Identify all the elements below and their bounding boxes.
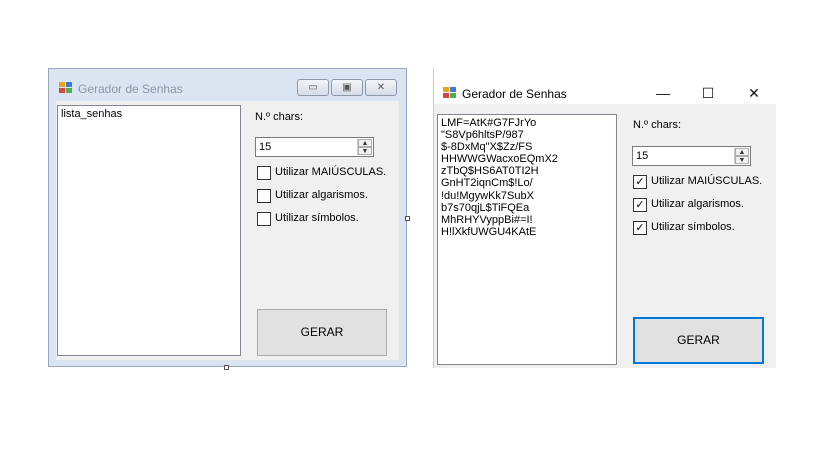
spin-up-icon[interactable]: ▲ — [358, 139, 372, 147]
nchars-stepper[interactable]: 15 ▲ ▼ — [632, 146, 751, 166]
generate-button[interactable]: GERAR — [257, 309, 387, 356]
nchars-label: N.º chars: — [633, 119, 682, 131]
checkbox-label: Utilizar MAIÚSCULAS. — [275, 166, 387, 178]
checkbox-box[interactable] — [257, 212, 271, 226]
running-window: Gerador de Senhas — ☐ ✕ LMF=AtK#G7FJrYo … — [433, 68, 776, 368]
nchars-label: N.º chars: — [255, 111, 304, 123]
generate-button[interactable]: GERAR — [633, 317, 764, 364]
close-button[interactable]: ✕ — [734, 82, 774, 104]
checkbox-label: Utilizar MAIÚSCULAS. — [651, 175, 763, 187]
checkbox-checked-icon[interactable]: ✓ — [633, 221, 647, 235]
password-listbox[interactable]: LMF=AtK#G7FJrYo "S8Vp6hltsP/987 $-8DxMq"… — [437, 114, 617, 365]
running-titlebar[interactable]: Gerador de Senhas — ☐ ✕ — [434, 68, 776, 104]
window-title: Gerador de Senhas — [78, 82, 183, 96]
designer-client-area: lista_senhas N.º chars: 15 ▲ ▼ Utilizar … — [56, 101, 399, 360]
checkbox-label: Utilizar símbolos. — [651, 221, 735, 233]
nchars-stepper[interactable]: 15 ▲ ▼ — [255, 137, 374, 157]
spin-down-icon[interactable]: ▼ — [735, 156, 749, 164]
list-item[interactable]: $-8DxMq"X$Zz/FS — [441, 141, 613, 153]
minimize-button[interactable]: — — [643, 82, 683, 104]
list-item[interactable]: "S8Vp6hltsP/987 — [441, 129, 613, 141]
checkbox-checked-icon[interactable]: ✓ — [633, 198, 647, 212]
designer-titlebar[interactable]: Gerador de Senhas ▭ ▣ ✕ — [49, 69, 406, 101]
list-item[interactable]: zTbQ$HS6AT0TI2H — [441, 165, 613, 177]
spin-up-icon[interactable]: ▲ — [735, 148, 749, 156]
app-icon — [59, 82, 72, 93]
list-item[interactable]: MhRHYVyppBi#=I! — [441, 214, 613, 226]
checkbox-label: Utilizar algarismos. — [651, 198, 744, 210]
spin-down-icon[interactable]: ▼ — [358, 147, 372, 155]
checkbox-box[interactable] — [257, 166, 271, 180]
list-item[interactable]: H!lXkfUWGU4KAtE — [441, 226, 613, 238]
list-item[interactable]: HHWWGWacxoEQmX2 — [441, 153, 613, 165]
maximize-button[interactable]: ▣ — [331, 79, 363, 96]
spin-buttons[interactable]: ▲ ▼ — [734, 148, 749, 164]
list-item[interactable]: lista_senhas — [61, 108, 237, 120]
resize-handle[interactable] — [224, 365, 229, 370]
resize-handle[interactable] — [405, 216, 410, 221]
list-item[interactable]: LMF=AtK#G7FJrYo — [441, 117, 613, 129]
checkbox-label: Utilizar algarismos. — [275, 189, 368, 201]
app-icon — [443, 87, 456, 98]
designer-window: Gerador de Senhas ▭ ▣ ✕ lista_senhas N.º… — [48, 68, 410, 370]
spin-buttons[interactable]: ▲ ▼ — [357, 139, 372, 155]
minimize-button[interactable]: ▭ — [297, 79, 329, 96]
nchars-value[interactable]: 15 — [259, 141, 271, 153]
list-item[interactable]: b7s70qjL$TiFQEa — [441, 202, 613, 214]
window-title: Gerador de Senhas — [462, 87, 567, 101]
close-button[interactable]: ✕ — [365, 79, 397, 96]
nchars-value[interactable]: 15 — [636, 150, 648, 162]
maximize-button[interactable]: ☐ — [688, 82, 728, 104]
list-item[interactable]: GnHT2iqnCm$!Lo/ — [441, 177, 613, 189]
checkbox-box[interactable] — [257, 189, 271, 203]
checkbox-checked-icon[interactable]: ✓ — [633, 175, 647, 189]
password-listbox[interactable]: lista_senhas — [57, 105, 241, 356]
list-item[interactable]: !du!MgywKk7SubX — [441, 190, 613, 202]
checkbox-label: Utilizar símbolos. — [275, 212, 359, 224]
